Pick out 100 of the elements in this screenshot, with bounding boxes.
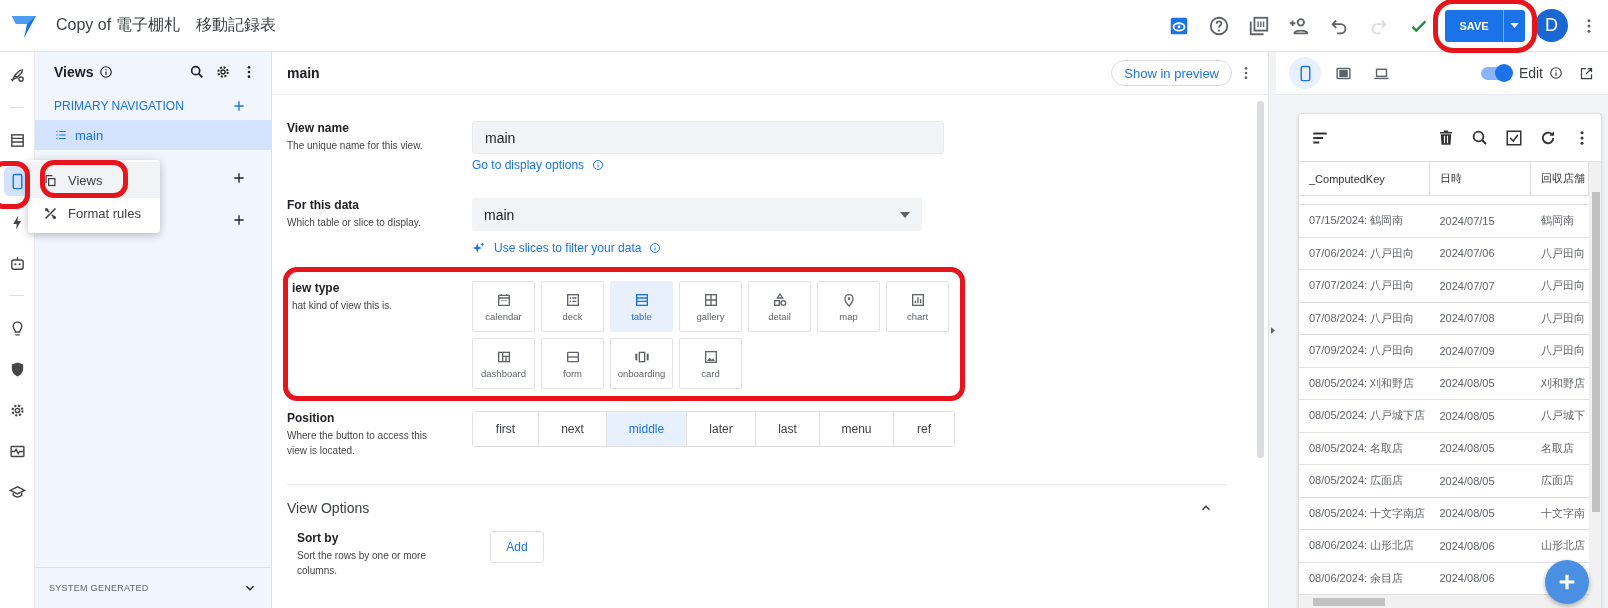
display-options-link[interactable]: Go to display options <box>472 158 585 172</box>
table-cell: 八戸田向 <box>1540 246 1585 259</box>
field-hint: Where the button to access this view is located. <box>287 429 429 458</box>
scrollbar[interactable] <box>1257 101 1264 458</box>
menu-item[interactable]: Format rules <box>28 198 160 229</box>
nav-item[interactable]: main <box>35 120 271 150</box>
gallery-icon <box>702 291 719 308</box>
show-in-preview-button[interactable]: Show in preview <box>1111 60 1232 86</box>
field-hint: Which table or slice to display. <box>287 216 422 230</box>
view-type-option[interactable]: form <box>541 338 604 389</box>
rocket-icon <box>8 66 26 84</box>
table-cell: 2024/08/05 <box>1439 442 1495 455</box>
table-cell: 08/05/2024: 名取店 <box>1309 441 1404 454</box>
search-icon[interactable] <box>1471 128 1489 147</box>
position-option[interactable]: middle <box>607 412 687 446</box>
open-external-icon[interactable] <box>1579 65 1594 81</box>
app-title: Copy of 電子棚札 移動記録表 <box>56 15 276 35</box>
section-title: View Options <box>287 500 370 516</box>
view-type-option[interactable]: gallery <box>679 281 742 332</box>
trash-icon[interactable] <box>1437 128 1455 147</box>
field-hint: The unique name for this view. <box>287 139 424 153</box>
info-icon[interactable] <box>99 65 114 79</box>
column-header[interactable]: 日時 <box>1429 162 1531 196</box>
stacked-pages-icon <box>43 172 58 188</box>
table-cell: 08/06/2024: 余目店 <box>1309 571 1404 584</box>
checkbox-icon[interactable] <box>1505 128 1523 147</box>
column-header[interactable]: _ComputedKey <box>1299 162 1430 196</box>
table-cell: 十文字南 <box>1540 506 1585 519</box>
data-dropdown[interactable]: main <box>472 198 922 231</box>
add-icon[interactable] <box>231 212 247 228</box>
add-icon[interactable] <box>231 170 247 186</box>
table-cell: 08/05/2024: 十文字南店 <box>1309 506 1426 519</box>
image-icon <box>702 348 719 365</box>
annotation-ring <box>0 161 30 209</box>
table-icon <box>8 131 26 149</box>
table-cell: 八戸田向 <box>1540 344 1585 357</box>
horizontal-scrollbar[interactable] <box>1299 595 1601 608</box>
table-cell: 鶴岡南 <box>1540 214 1574 227</box>
table-cell: 山形北店 <box>1540 539 1585 552</box>
help-icon[interactable] <box>1208 14 1230 37</box>
table-cell: 2024/08/05 <box>1439 377 1495 390</box>
table-cell: 広面店 <box>1540 474 1574 487</box>
table-cell: 名取店 <box>1540 441 1574 454</box>
shapes-icon <box>771 291 788 308</box>
field-hint: Sort the rows by one or more columns. <box>297 549 427 578</box>
table-cell: 八戸田向 <box>1540 311 1585 324</box>
field-label: For this data <box>287 198 360 212</box>
scrollbar[interactable] <box>1589 162 1601 595</box>
view-type-option[interactable]: chart <box>886 281 949 332</box>
table-cell: 08/05/2024: 八戸城下店 <box>1309 409 1426 422</box>
view-name-field[interactable]: main <box>472 121 944 154</box>
panel-title: Views <box>54 64 94 80</box>
save-menu-button[interactable] <box>1503 9 1525 42</box>
section-heading: PRIMARY NAVIGATION <box>54 99 184 113</box>
table-cell: 07/09/2024: 八戸田向 <box>1309 344 1415 357</box>
column-header[interactable]: 回収店舗 <box>1530 162 1589 196</box>
view-type-option[interactable]: deck <box>541 281 604 332</box>
view-type-option[interactable]: onboarding <box>610 338 673 389</box>
view-type-option[interactable]: table <box>610 281 673 332</box>
section-heading: SYSTEM GENERATED <box>49 583 149 593</box>
graduation-cap-icon <box>8 483 26 501</box>
view-type-option[interactable]: calendar <box>472 281 535 332</box>
table-cell: 2024/08/05 <box>1439 409 1495 422</box>
table-cell: 八戸城下 <box>1540 409 1585 422</box>
table-cell: 八戸田向 <box>1540 279 1585 292</box>
table-cell: 2024/07/09 <box>1439 344 1495 357</box>
device-button[interactable] <box>1289 57 1321 89</box>
format-icon <box>43 206 58 221</box>
view-type-option[interactable]: card <box>679 338 742 389</box>
edit-toggle[interactable] <box>1480 66 1511 80</box>
table-cell: 2024/07/15 <box>1439 214 1495 227</box>
position-option[interactable]: first <box>473 412 539 446</box>
table-cell: 07/08/2024: 八戸田向 <box>1309 311 1415 324</box>
avatar[interactable]: D <box>1535 9 1568 42</box>
table-cell: 08/05/2024: 広面店 <box>1309 474 1404 487</box>
calendar-icon <box>495 291 512 308</box>
table-cell: 刈和野店 <box>1540 376 1585 389</box>
info-icon[interactable] <box>1549 66 1563 80</box>
save-button[interactable]: SAVE <box>1445 9 1503 42</box>
table-cell: 07/07/2024: 八戸田向 <box>1309 279 1415 292</box>
grid-icon[interactable] <box>1248 14 1270 37</box>
deck-icon <box>564 291 581 308</box>
search-icon[interactable] <box>189 64 205 80</box>
slices-link[interactable]: Use slices to filter your data <box>494 241 642 255</box>
table-cell: 07/06/2024: 八戸田向 <box>1309 246 1415 259</box>
robot-icon <box>8 254 26 272</box>
caret-icon <box>1510 23 1519 28</box>
view-type-option[interactable]: map <box>817 281 880 332</box>
settings-icon <box>215 64 231 80</box>
table-icon <box>633 291 650 308</box>
view-title: main <box>287 65 320 81</box>
add-button[interactable] <box>1545 560 1589 604</box>
table-cell: 08/06/2024: 山形北店 <box>1309 539 1415 552</box>
field-label: View name <box>287 121 350 135</box>
add-icon[interactable] <box>231 98 247 114</box>
table-cell: 2024/08/05 <box>1439 507 1495 520</box>
add-button[interactable]: Add <box>490 531 544 563</box>
field-label: Sort by <box>297 531 340 545</box>
view-type-option[interactable]: dashboard <box>472 338 535 389</box>
view-type-option[interactable]: detail <box>748 281 811 332</box>
